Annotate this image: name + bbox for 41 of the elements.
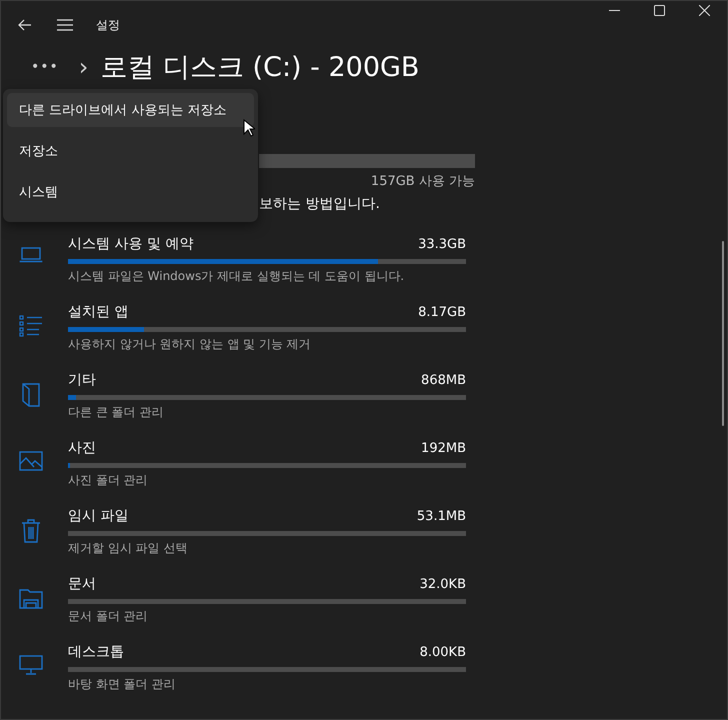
window-title: 설정	[96, 16, 120, 34]
page-title: 로컬 디스크 (C:) - 200GB	[100, 51, 420, 85]
description-text: 보하는 방법입니다.	[259, 195, 380, 213]
menu-item[interactable]: 저장소	[7, 134, 254, 168]
category-description: 사진 폴더 관리	[68, 472, 148, 489]
category-name[interactable]: 설치된 앱	[68, 303, 128, 321]
category-name[interactable]: 기타	[68, 371, 96, 389]
category-description: 제거할 임시 파일 선택	[68, 540, 188, 557]
category-name[interactable]: 문서	[68, 575, 96, 593]
category-size: 32.0KB	[420, 576, 466, 592]
list-icon	[18, 315, 42, 337]
category-description: 바탕 화면 폴더 관리	[68, 676, 176, 693]
monitor-icon	[18, 655, 42, 675]
category-name[interactable]: 데스크톱	[68, 643, 124, 661]
more-button[interactable]: •••	[31, 59, 59, 75]
category-description: 사용하지 않거나 원하지 않는 앱 및 기능 제거	[68, 336, 311, 353]
trash-icon	[20, 519, 40, 543]
category-size: 192MB	[421, 440, 466, 456]
breadcrumb-separator: ›	[78, 53, 88, 81]
menu-item[interactable]: 다른 드라이브에서 사용되는 저장소	[7, 93, 254, 127]
category-description: 시스템 파일은 Windows가 제대로 실행되는 데 도움이 됩니다.	[68, 268, 404, 285]
category-description: 문서 폴더 관리	[68, 608, 148, 625]
folder-icon	[18, 587, 42, 609]
category-size: 33.3GB	[418, 236, 466, 252]
category-size: 53.1MB	[416, 508, 466, 524]
category-size: 868MB	[421, 372, 466, 388]
category-description: 다른 큰 폴더 관리	[68, 404, 164, 421]
image-icon	[18, 451, 42, 471]
menu-icon[interactable]	[57, 19, 73, 31]
category-name[interactable]: 사진	[68, 439, 96, 457]
scrollbar[interactable]	[722, 241, 724, 426]
category-size: 8.17GB	[418, 304, 466, 320]
laptop-icon	[18, 247, 42, 263]
category-name[interactable]: 시스템 사용 및 예약	[68, 235, 194, 253]
free-space-text: 157GB 사용 가능	[370, 173, 475, 190]
file-icon	[20, 383, 40, 407]
menu-item[interactable]: 시스템	[7, 175, 254, 209]
category-size: 8.00KB	[420, 644, 466, 660]
category-name[interactable]: 임시 파일	[68, 507, 128, 525]
cursor-icon	[243, 119, 255, 137]
back-icon[interactable]	[18, 19, 32, 31]
